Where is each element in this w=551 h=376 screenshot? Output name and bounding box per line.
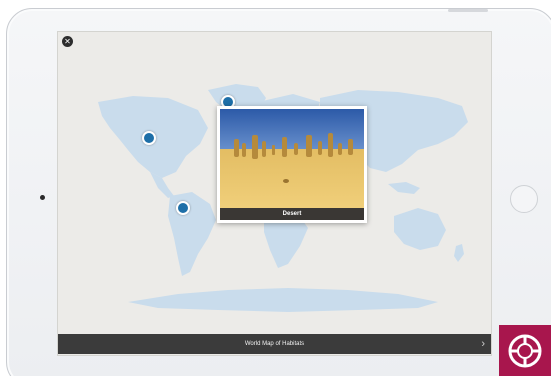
life-ring-icon [508,334,542,368]
habitat-card-caption: Desert [220,208,364,220]
home-button[interactable] [510,185,538,213]
map-new-zealand [454,244,464,262]
stage: ✕ Desert World Map of Habitats › [0,0,551,376]
app-screen: ✕ Desert World Map of Habitats › [57,31,492,356]
pin-north-america[interactable] [142,131,156,145]
bottom-bar[interactable]: World Map of Habitats › [58,334,491,354]
habitat-card[interactable]: Desert [217,106,367,223]
map-south-america [168,192,216,276]
close-icon[interactable]: ✕ [62,36,73,47]
map-australia [394,208,446,250]
pin-south-america[interactable] [176,201,190,215]
camera-icon [40,195,45,200]
chevron-right-icon[interactable]: › [481,334,485,354]
desert-photo [220,109,364,208]
map-antarctica [128,288,438,312]
bottom-bar-title: World Map of Habitats [244,341,305,347]
app-badge [499,325,551,376]
map-se-asia [388,182,420,194]
sleep-button [448,9,488,12]
